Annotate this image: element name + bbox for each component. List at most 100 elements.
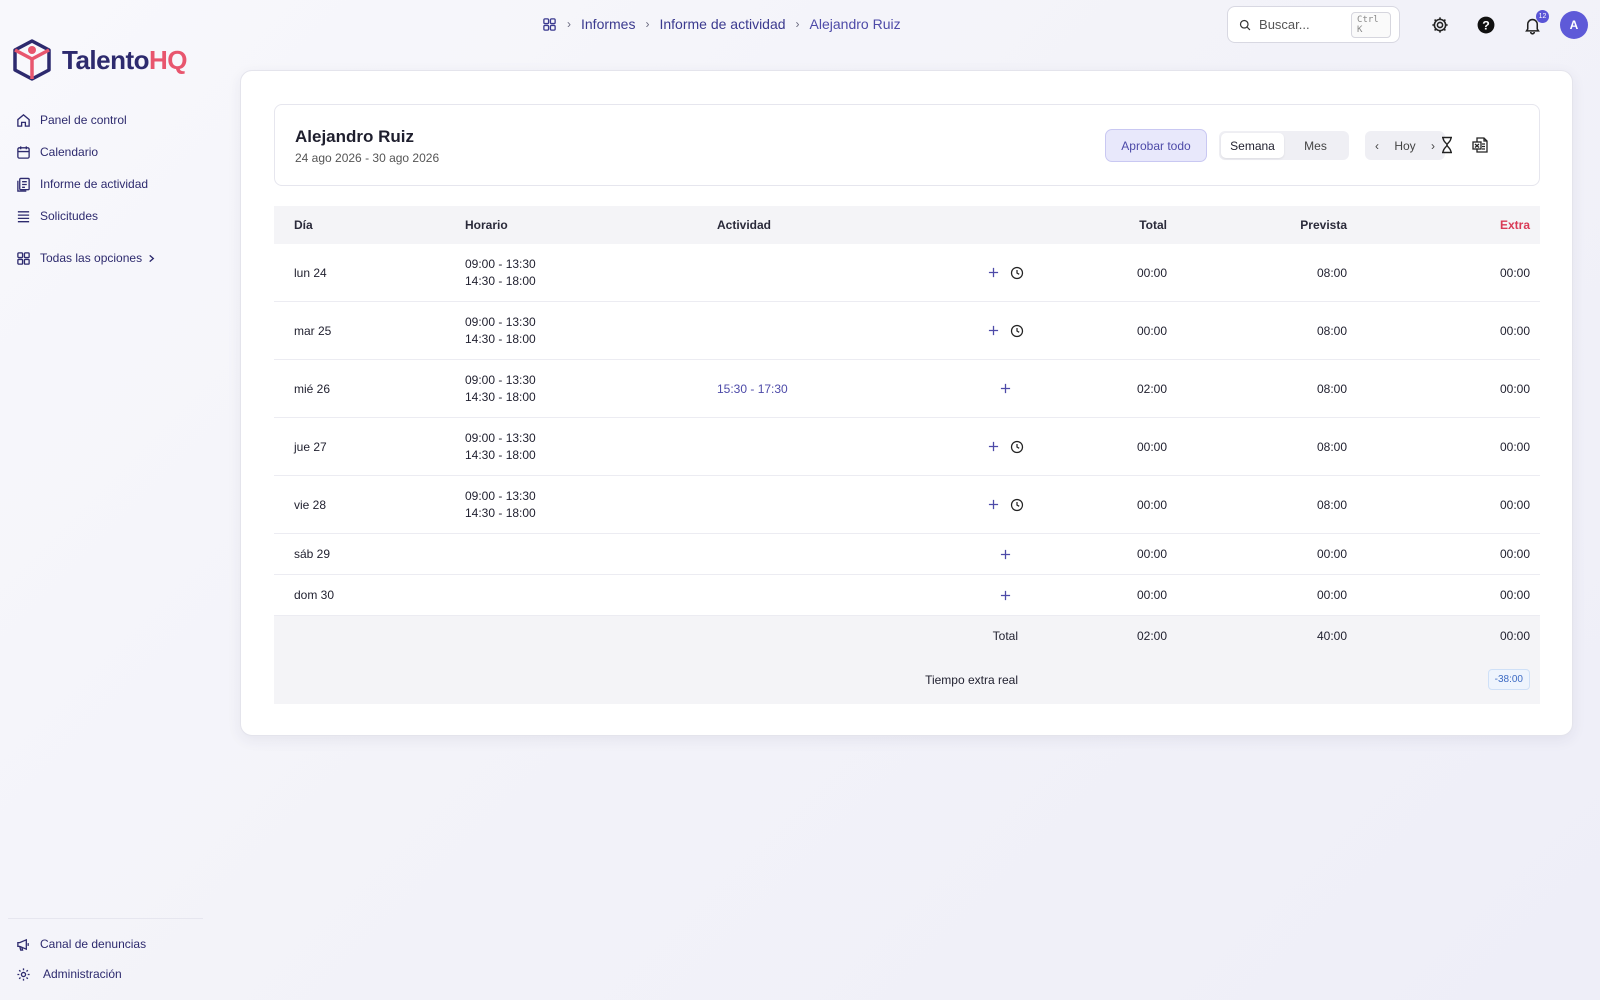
chevron-right-icon[interactable]: › xyxy=(1431,139,1435,153)
breadcrumb-activity-report[interactable]: Informe de actividad xyxy=(659,16,785,32)
row-total: 02:00 xyxy=(1136,381,1167,396)
employee-name: Alejandro Ruiz xyxy=(295,127,415,146)
schedule-slot: 09:00 - 13:30 xyxy=(465,488,536,503)
col-planned: Prevista xyxy=(1300,218,1347,232)
row-actions xyxy=(974,588,1036,602)
settings-button[interactable] xyxy=(1429,14,1451,36)
add-icon[interactable] xyxy=(986,324,1000,338)
schedule-slot: 14:30 - 18:00 xyxy=(465,389,536,404)
help-button[interactable]: ? xyxy=(1475,14,1497,36)
clock-icon[interactable] xyxy=(1010,440,1024,454)
row-extra: 00:00 xyxy=(1499,381,1530,396)
sidebar-item-requests[interactable]: Solicitudes xyxy=(16,206,156,226)
sidebar-item-panel[interactable]: Panel de control xyxy=(16,110,156,130)
excel-icon xyxy=(1472,137,1488,153)
divider xyxy=(8,918,203,919)
sidebar-item-label: Todas las opciones xyxy=(40,251,143,265)
row-extra: 00:00 xyxy=(1499,497,1530,512)
view-week-button[interactable]: Semana xyxy=(1221,133,1284,158)
export-excel-button[interactable] xyxy=(1470,135,1490,155)
sidebar-item-label: Canal de denuncias xyxy=(40,937,147,951)
schedule-slot: 14:30 - 18:00 xyxy=(465,331,536,346)
sidebar-nav: Panel de control Calendario Informe de a… xyxy=(16,110,156,280)
gear-icon xyxy=(1432,17,1448,33)
add-icon[interactable] xyxy=(986,440,1000,454)
row-total: 00:00 xyxy=(1136,547,1167,561)
clock-icon[interactable] xyxy=(1010,498,1024,512)
schedule-slot: 09:00 - 13:30 xyxy=(465,314,536,329)
real-extra-badge: -38:00 xyxy=(1487,669,1530,690)
activity-table: Día Horario Actividad Total Prevista Ext… xyxy=(274,206,1540,704)
row-extra: 00:00 xyxy=(1499,547,1530,561)
megaphone-icon xyxy=(17,938,29,951)
row-schedule: 09:00 - 13:30 14:30 - 18:00 xyxy=(465,430,536,464)
row-extra: 00:00 xyxy=(1499,265,1530,280)
row-actions xyxy=(974,440,1036,454)
user-avatar[interactable]: A xyxy=(1560,11,1588,39)
help-icon: ? xyxy=(1477,16,1495,34)
row-day: mar 25 xyxy=(294,323,332,338)
row-day: mié 26 xyxy=(294,381,331,396)
row-planned: 00:00 xyxy=(1316,588,1347,602)
apps-grid-icon[interactable] xyxy=(542,17,557,32)
search-input[interactable] xyxy=(1259,17,1344,32)
row-planned: 08:00 xyxy=(1316,381,1347,396)
hourglass-button[interactable] xyxy=(1437,135,1457,155)
sidebar-item-activity-report[interactable]: Informe de actividad xyxy=(16,174,156,194)
sidebar-item-whistleblowing[interactable]: Canal de denuncias xyxy=(16,934,146,954)
search-box[interactable]: Ctrl K xyxy=(1227,6,1400,43)
notifications-button[interactable]: 12 xyxy=(1521,10,1549,36)
sidebar-item-label: Solicitudes xyxy=(40,209,99,223)
add-icon[interactable] xyxy=(998,547,1012,561)
table-row: mar 25 09:00 - 13:30 14:30 - 18:00 00:00 … xyxy=(274,302,1540,360)
activity-report-card: Alejandro Ruiz 24 ago 2026 - 30 ago 2026… xyxy=(240,70,1573,736)
clock-icon[interactable] xyxy=(1010,324,1024,338)
row-planned: 08:00 xyxy=(1316,265,1347,280)
add-icon[interactable] xyxy=(998,588,1012,602)
row-day: dom 30 xyxy=(294,588,335,602)
row-extra: 00:00 xyxy=(1499,323,1530,338)
add-icon[interactable] xyxy=(986,266,1000,280)
breadcrumb-current: Alejandro Ruiz xyxy=(809,16,901,32)
row-extra: 00:00 xyxy=(1499,439,1530,454)
schedule-slot: 14:30 - 18:00 xyxy=(465,505,536,520)
row-schedule: 09:00 - 13:30 14:30 - 18:00 xyxy=(465,314,536,348)
add-icon[interactable] xyxy=(998,382,1012,396)
col-total: Total xyxy=(1139,218,1167,232)
row-total: 00:00 xyxy=(1136,265,1167,280)
schedule-slot: 14:30 - 18:00 xyxy=(465,447,536,462)
row-schedule: 09:00 - 13:30 14:30 - 18:00 xyxy=(465,488,536,522)
row-actions xyxy=(974,547,1036,561)
row-planned: 08:00 xyxy=(1316,497,1347,512)
chevron-left-icon[interactable]: ‹ xyxy=(1375,139,1379,153)
sidebar-item-calendar[interactable]: Calendario xyxy=(16,142,156,162)
hourglass-icon xyxy=(1442,136,1452,154)
sidebar: TalentoHQ Panel de control Calendario In… xyxy=(0,0,220,1000)
breadcrumb-informes[interactable]: Informes xyxy=(581,16,635,32)
footer-extra: 00:00 xyxy=(1499,629,1530,643)
table-header: Día Horario Actividad Total Prevista Ext… xyxy=(274,206,1540,244)
col-schedule: Horario xyxy=(465,217,508,232)
sidebar-item-all-options[interactable]: Todas las opciones xyxy=(16,248,156,268)
sidebar-item-administration[interactable]: Administración xyxy=(16,964,146,984)
brand-logo[interactable]: TalentoHQ xyxy=(12,39,188,81)
list-icon xyxy=(17,210,30,222)
col-activity: Actividad xyxy=(717,218,772,232)
row-schedule: 09:00 - 13:30 14:30 - 18:00 xyxy=(465,256,536,290)
row-actions xyxy=(974,382,1036,396)
view-month-button[interactable]: Mes xyxy=(1284,133,1347,158)
row-activity[interactable]: 15:30 - 17:30 xyxy=(717,382,788,396)
today-button[interactable]: Hoy xyxy=(1394,139,1415,153)
row-planned: 08:00 xyxy=(1316,439,1347,454)
report-header: Alejandro Ruiz 24 ago 2026 - 30 ago 2026… xyxy=(274,104,1540,186)
clock-icon[interactable] xyxy=(1010,266,1024,280)
table-row: mié 26 09:00 - 13:30 14:30 - 18:00 15:30 … xyxy=(274,360,1540,418)
search-shortcut: Ctrl K xyxy=(1351,11,1391,38)
gear-icon xyxy=(17,967,30,981)
row-planned: 00:00 xyxy=(1316,547,1347,561)
real-extra-label: Tiempo extra real xyxy=(925,673,1018,687)
add-icon[interactable] xyxy=(986,498,1000,512)
row-extra: 00:00 xyxy=(1499,588,1530,602)
approve-all-button[interactable]: Aprobar todo xyxy=(1105,129,1207,162)
svg-text:?: ? xyxy=(1482,18,1490,32)
